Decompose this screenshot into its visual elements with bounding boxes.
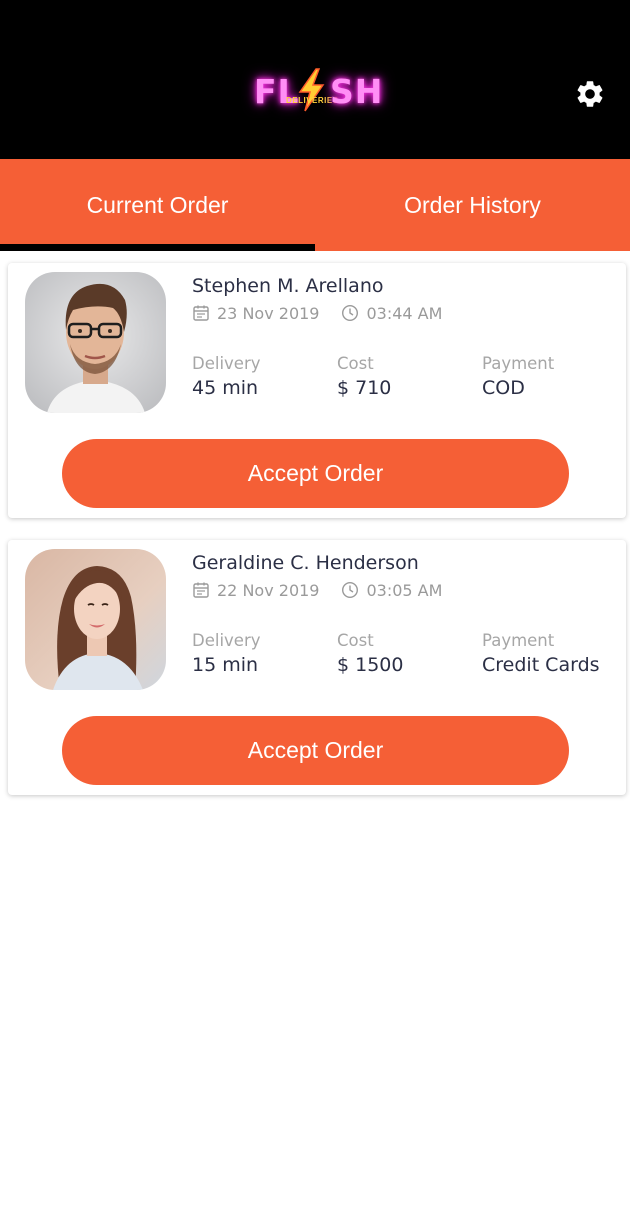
flash-deliveries-logo: FL DELIVERIES SH (250, 66, 384, 122)
cost-value: $ 710 (337, 377, 392, 399)
payment-info: Payment COD (482, 354, 554, 399)
calendar-icon (193, 305, 209, 321)
cost-info: Cost $ 710 (337, 354, 391, 399)
delivery-info: Delivery 15 min (192, 631, 261, 676)
cost-label: Cost (337, 354, 374, 373)
delivery-label: Delivery (192, 354, 261, 373)
order-tabs: Current Order Order History (0, 159, 630, 251)
gear-icon[interactable] (574, 78, 606, 110)
clock-icon (342, 581, 359, 599)
delivery-label: Delivery (192, 631, 261, 650)
avatar (25, 549, 166, 690)
cost-info: Cost $ 1500 (337, 631, 403, 676)
order-card: Stephen M. Arellano 23 Nov 2019 03:44 AM… (8, 263, 626, 518)
accept-order-button[interactable]: Accept Order (62, 716, 569, 785)
accept-order-button[interactable]: Accept Order (62, 439, 569, 508)
customer-name: Stephen M. Arellano (192, 275, 384, 297)
delivery-info: Delivery 45 min (192, 354, 261, 399)
logo-text-left: FL (254, 72, 300, 111)
clock-icon (342, 304, 359, 322)
customer-name: Geraldine C. Henderson (192, 552, 419, 574)
order-datetime: 23 Nov 2019 03:44 AM (192, 302, 442, 324)
payment-info: Payment Credit Cards (482, 631, 600, 676)
lightning-bolt-icon (298, 68, 325, 112)
app-header: FL DELIVERIES SH (0, 0, 630, 159)
order-time: 03:05 AM (366, 580, 443, 600)
order-date: 23 Nov 2019 (217, 303, 320, 323)
order-card: Geraldine C. Henderson 22 Nov 2019 03:05… (8, 540, 626, 795)
tab-current-order[interactable]: Current Order (0, 159, 315, 251)
cost-value: $ 1500 (337, 654, 404, 676)
order-time: 03:44 AM (366, 303, 443, 323)
delivery-value: 15 min (192, 654, 259, 676)
calendar-icon (193, 582, 209, 598)
avatar (25, 272, 166, 413)
delivery-value: 45 min (192, 377, 259, 399)
payment-label: Payment (482, 631, 555, 650)
order-date: 22 Nov 2019 (217, 580, 320, 600)
logo-text-right: SH (330, 72, 384, 111)
payment-value: Credit Cards (482, 654, 600, 676)
order-datetime: 22 Nov 2019 03:05 AM (192, 579, 442, 601)
active-tab-indicator (0, 244, 315, 251)
cost-label: Cost (337, 631, 374, 650)
payment-label: Payment (482, 354, 555, 373)
payment-value: COD (482, 377, 525, 399)
tab-order-history[interactable]: Order History (315, 159, 630, 251)
